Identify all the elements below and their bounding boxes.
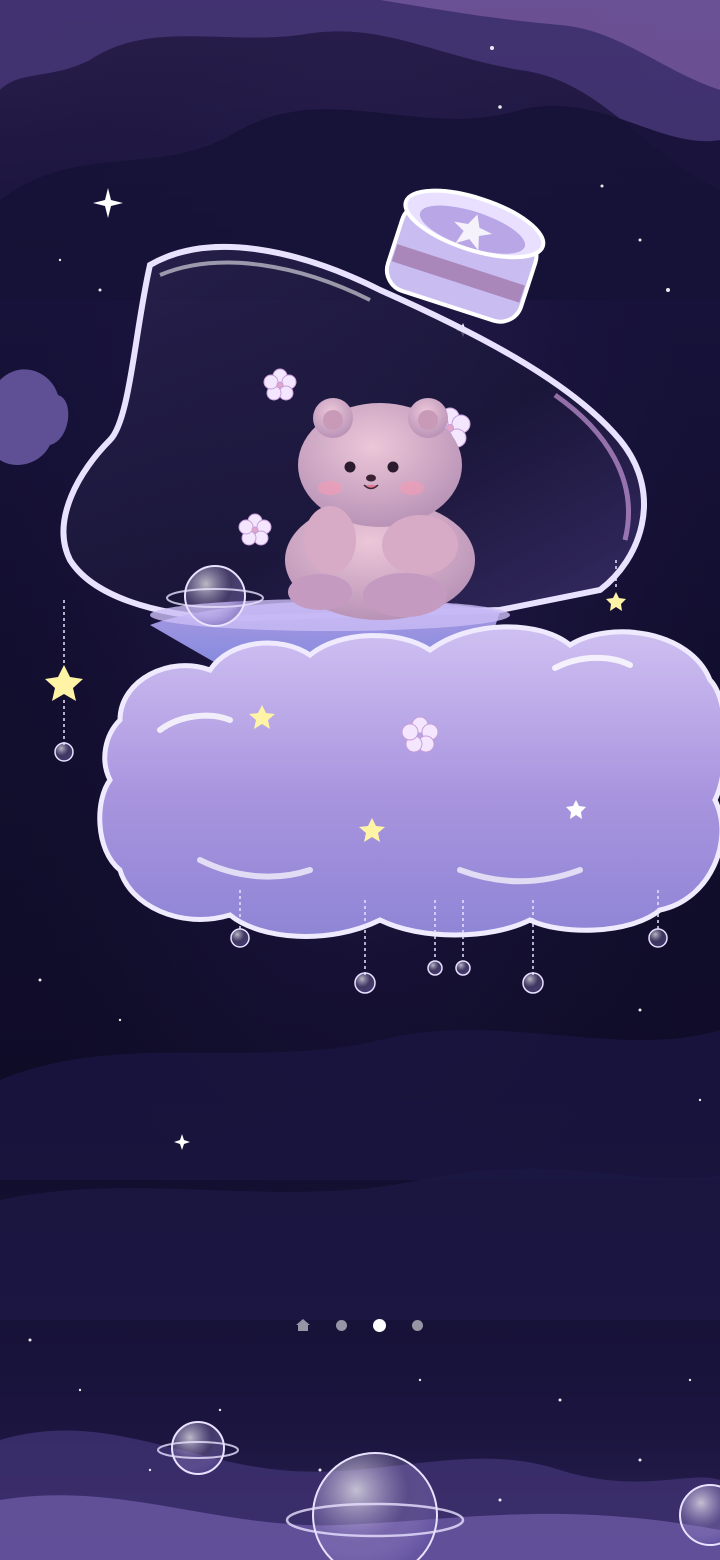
active-page-dot xyxy=(372,1318,386,1332)
page-indicator-dot[interactable] xyxy=(409,1317,425,1333)
page-dot xyxy=(335,1319,347,1331)
home-screen xyxy=(0,0,720,1560)
home-icon xyxy=(296,1319,310,1331)
page-dot xyxy=(411,1319,423,1331)
page-indicator-dot[interactable] xyxy=(333,1317,349,1333)
page-indicator-dot[interactable] xyxy=(371,1317,387,1333)
page-indicator-home[interactable] xyxy=(295,1317,311,1333)
page-indicator[interactable] xyxy=(0,1314,720,1336)
